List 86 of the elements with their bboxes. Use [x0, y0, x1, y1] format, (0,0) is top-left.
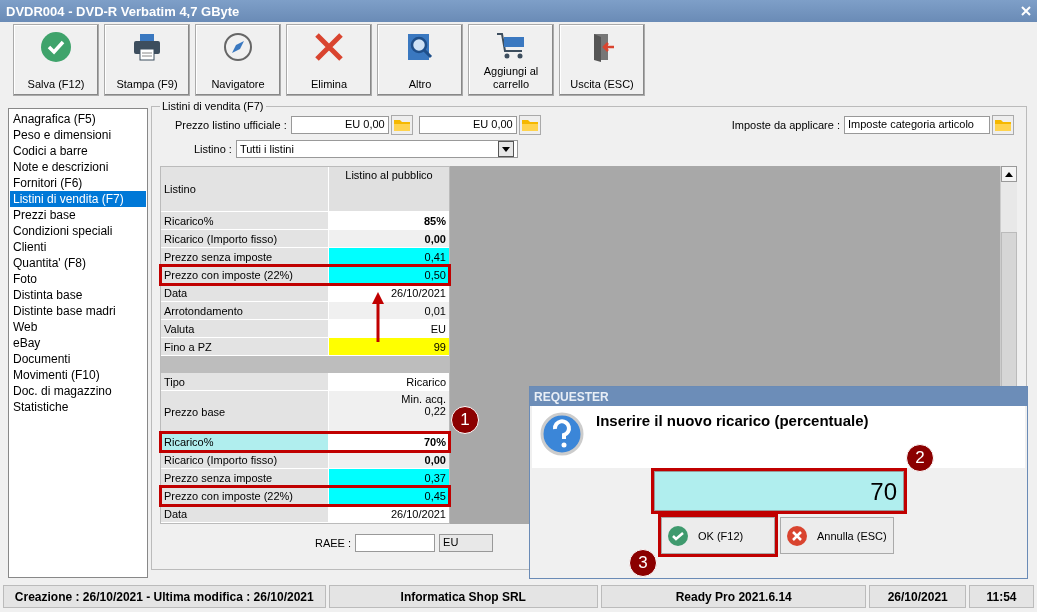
- status-bar-field: Ready Pro 2021.6.14: [600, 585, 867, 608]
- row-label: Prezzo con imposte (22%): [161, 487, 329, 505]
- row-label: Ricarico%: [161, 433, 329, 451]
- section-list-item[interactable]: Movimenti (F10): [10, 367, 146, 383]
- row-label: Prezzo con imposte (22%): [161, 266, 329, 284]
- row-label: Valuta: [161, 320, 329, 338]
- section-list-item[interactable]: Prezzi base: [10, 207, 146, 223]
- row-value[interactable]: EU: [329, 320, 449, 338]
- toolbar-button[interactable]: Altro: [377, 24, 463, 96]
- compass-icon: [222, 31, 254, 63]
- row-label: Fino a PZ: [161, 338, 329, 356]
- toolbar-button[interactable]: Navigatore: [195, 24, 281, 96]
- status-bar-field: Informatica Shop SRL: [328, 585, 598, 608]
- currency-field: EU: [439, 534, 494, 552]
- field-label: Imposte da applicare :: [731, 119, 840, 131]
- toolbar-button[interactable]: Aggiungi al carrello: [468, 24, 554, 96]
- status-bar-field: Creazione : 26/10/2021 - Ultima modifica : 26/10/2021: [3, 585, 326, 608]
- check-icon: [40, 31, 72, 63]
- section-list-item[interactable]: Fornitori (F6): [10, 175, 146, 191]
- section-list-item[interactable]: Web: [10, 319, 146, 335]
- row-value[interactable]: 0,45: [329, 487, 449, 505]
- row-value[interactable]: 99: [329, 338, 449, 356]
- cancel-icon: [787, 525, 807, 546]
- column-header: Listino: [161, 167, 329, 212]
- status-bar-field: 26/10/2021: [869, 585, 966, 608]
- row-value[interactable]: Ricarico: [329, 373, 449, 391]
- toolbar-button[interactable]: Salva (F12): [13, 24, 99, 96]
- dialog-title: REQUESTER: [530, 387, 1027, 406]
- row-label: Prezzo base: [161, 391, 329, 433]
- section-list-item[interactable]: Foto: [10, 271, 146, 287]
- row-label: Arrotondamento: [161, 302, 329, 320]
- tax-field[interactable]: Imposte categoria articolo: [844, 116, 990, 134]
- section-list-item[interactable]: eBay: [10, 335, 146, 351]
- folder-icon: [393, 119, 410, 131]
- delete-icon: [313, 31, 345, 63]
- close-icon[interactable]: [1021, 6, 1031, 16]
- folder-button[interactable]: [518, 115, 541, 135]
- row-value[interactable]: 70%: [329, 433, 449, 451]
- row-label: Tipo: [161, 373, 329, 391]
- value-input-field[interactable]: 70: [654, 471, 904, 511]
- folder-button[interactable]: [992, 115, 1014, 135]
- folder-icon: [995, 119, 1011, 131]
- ok-button[interactable]: OK (F12): [661, 517, 775, 554]
- check-icon: [668, 525, 688, 546]
- row-value[interactable]: 0,01: [329, 302, 449, 320]
- section-list-item[interactable]: Anagrafica (F5): [10, 111, 146, 127]
- row-value[interactable]: 0,50: [329, 266, 449, 284]
- row-value[interactable]: Min. acq. 0,22: [329, 391, 449, 433]
- section-list-item[interactable]: Distinte base madri: [10, 303, 146, 319]
- section-list-item[interactable]: Listini di vendita (F7): [10, 191, 146, 207]
- field-label: RAEE :: [315, 537, 352, 549]
- toolbar-button[interactable]: Elimina: [286, 24, 372, 96]
- row-label: Ricarico (Importo fisso): [161, 230, 329, 248]
- question-icon: [540, 412, 584, 456]
- price-field[interactable]: EU 0,00: [290, 116, 389, 134]
- printer-icon: [131, 31, 163, 63]
- cancel-button[interactable]: Annulla (ESC): [780, 517, 894, 554]
- row-value[interactable]: 0,00: [329, 230, 449, 248]
- field-label: Listino :: [194, 143, 232, 155]
- price-list-dropdown[interactable]: Tutti i listini: [235, 140, 518, 158]
- section-list-item[interactable]: Note e descrizioni: [10, 159, 146, 175]
- dialog-message: Inserire il nuovo ricarico (percentuale): [596, 412, 869, 431]
- raee-field[interactable]: [355, 534, 436, 552]
- section-list-item[interactable]: Condizioni speciali: [10, 223, 146, 239]
- section-list-item[interactable]: Documenti: [10, 351, 146, 367]
- section-list-item[interactable]: Codici a barre: [10, 143, 146, 159]
- row-value[interactable]: 85%: [329, 212, 449, 230]
- window-title: DVDR004 - DVD-R Verbatim 4,7 GByte: [6, 3, 240, 19]
- group-title: Listini di vendita (F7): [161, 100, 265, 112]
- field-label: Prezzo listino ufficiale :: [175, 119, 287, 131]
- annotation-arrow: [372, 292, 384, 342]
- status-bar-field: 11:54: [968, 585, 1034, 608]
- price-field[interactable]: EU 0,00: [418, 116, 517, 134]
- section-list-item[interactable]: Doc. di magazzino: [10, 383, 146, 399]
- scroll-up-icon[interactable]: [1005, 171, 1013, 177]
- toolbar-button[interactable]: Stampa (F9): [104, 24, 190, 96]
- section-list-item[interactable]: Distinta base: [10, 287, 146, 303]
- dropdown-caret-icon: [501, 146, 510, 152]
- section-list-item[interactable]: Quantita' (F8): [10, 255, 146, 271]
- folder-button[interactable]: [390, 115, 413, 135]
- toolbar-button[interactable]: Uscita (ESC): [559, 24, 645, 96]
- folder-icon: [521, 119, 538, 131]
- section-list-item[interactable]: Peso e dimensioni: [10, 127, 146, 143]
- row-label: Ricarico%: [161, 212, 329, 230]
- section-list-item[interactable]: Statistiche: [10, 399, 146, 415]
- section-list-item[interactable]: Clienti: [10, 239, 146, 255]
